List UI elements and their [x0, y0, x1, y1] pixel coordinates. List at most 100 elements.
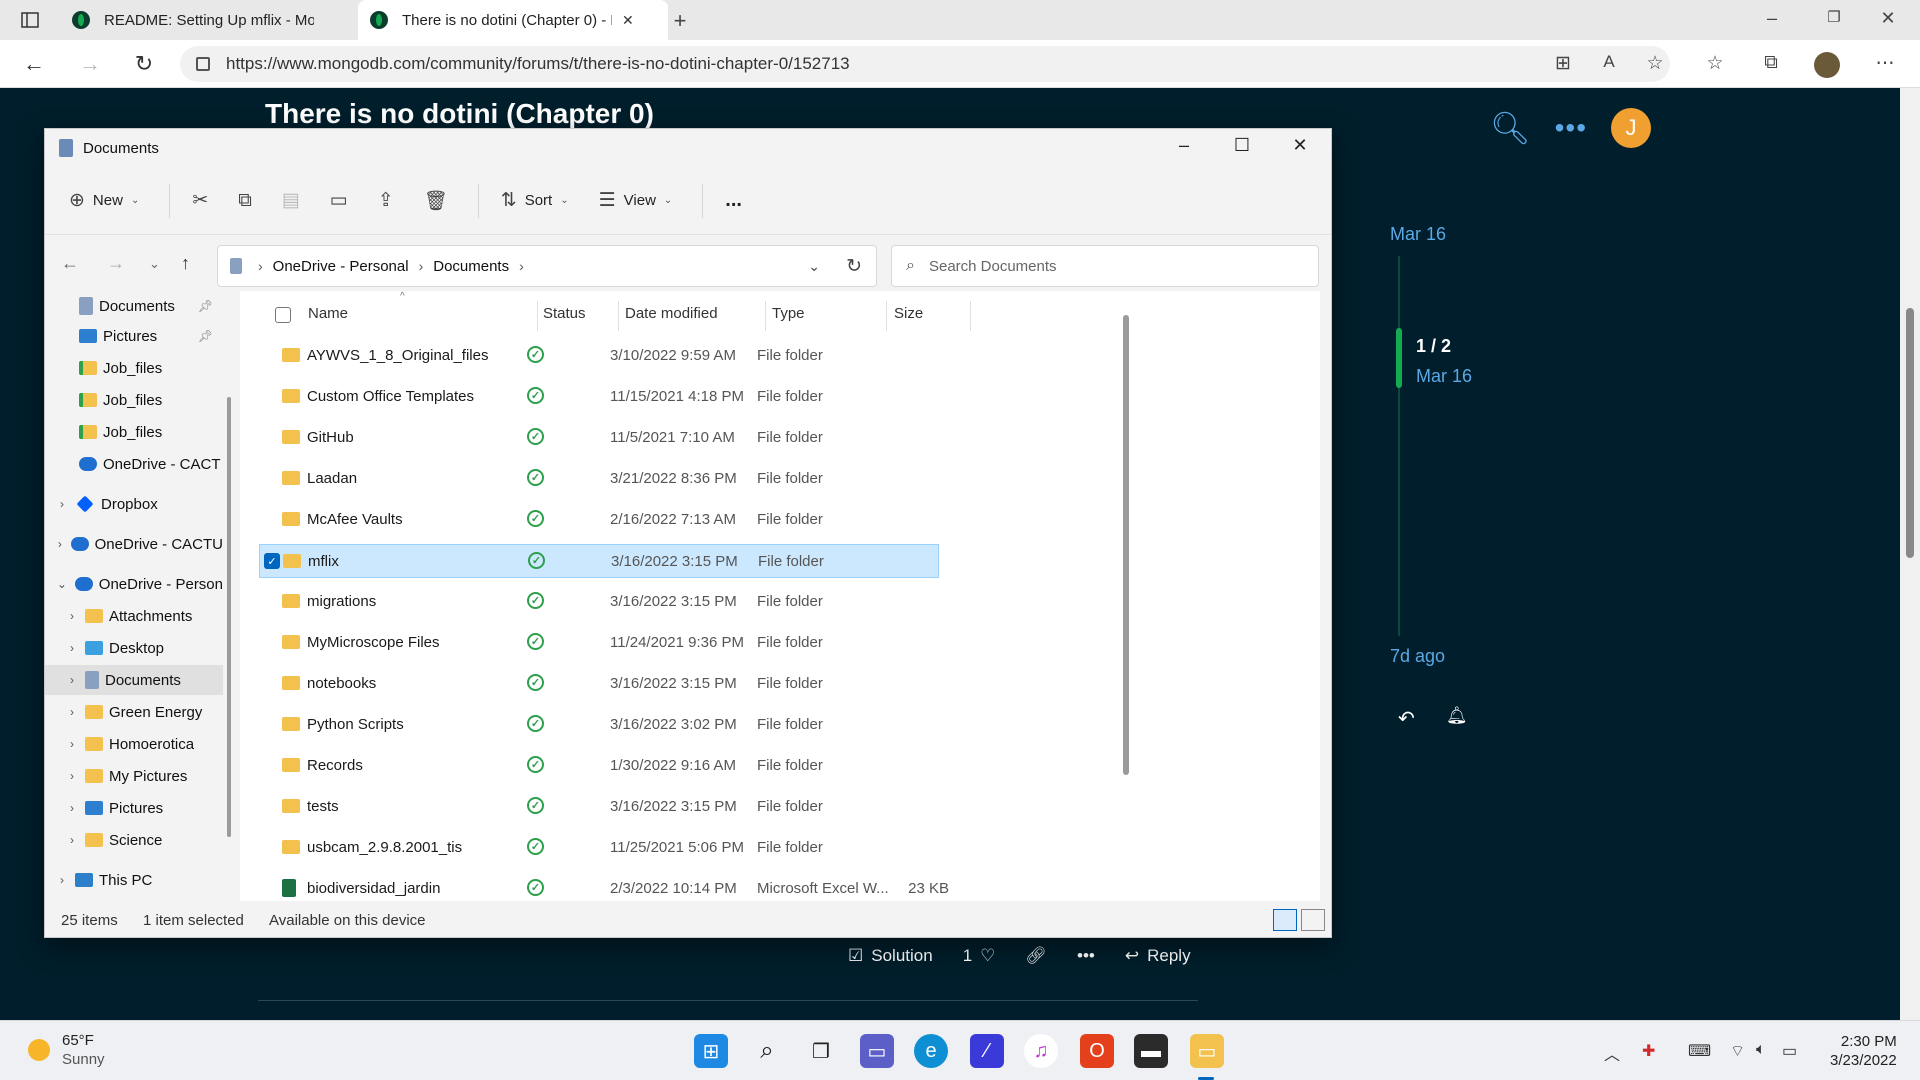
nav-item-science[interactable]: › Science: [45, 825, 223, 855]
search-icon[interactable]: ⌕: [750, 1034, 784, 1068]
profile-avatar[interactable]: [1814, 52, 1840, 78]
share-button[interactable]: ⇪: [378, 189, 394, 212]
new-tab-button[interactable]: +: [668, 8, 692, 34]
page-scrollbar[interactable]: [1900, 88, 1920, 1020]
table-row[interactable]: McAfee Vaults ✓ 2/16/2022 7:13 AM File fold…: [259, 503, 939, 537]
sort-button[interactable]: ⇅ Sort ⌄: [501, 189, 569, 212]
terminal-icon[interactable]: ▬: [1134, 1034, 1168, 1068]
column-divider[interactable]: [886, 301, 887, 331]
table-row[interactable]: notebooks ✓ 3/16/2022 3:15 PM File folder: [259, 667, 939, 701]
chevron-right-icon[interactable]: ›: [65, 673, 79, 687]
table-row[interactable]: Records ✓ 1/30/2022 9:16 AM File folder: [259, 749, 939, 783]
chevron-right-icon[interactable]: ›: [55, 537, 65, 551]
see-more-button[interactable]: ...: [725, 189, 742, 212]
column-type[interactable]: Type: [772, 305, 805, 322]
forward-icon[interactable]: →: [107, 253, 125, 274]
chat-icon[interactable]: ▭: [860, 1034, 894, 1068]
nav-item-attachments[interactable]: › Attachments: [45, 601, 223, 631]
timeline-handle[interactable]: [1396, 328, 1402, 388]
chevron-right-icon[interactable]: ›: [55, 873, 69, 887]
close-tab-icon[interactable]: ✕: [622, 12, 634, 29]
breadcrumb-documents[interactable]: Documents: [433, 258, 509, 275]
column-name[interactable]: Name: [308, 305, 348, 322]
delete-button[interactable]: 🗑︎: [424, 189, 448, 213]
timeline-track[interactable]: [1398, 256, 1400, 636]
wifi-icon[interactable]: ⌔: [1730, 1041, 1745, 1061]
nav-item-my-pictures[interactable]: › My Pictures: [45, 761, 223, 791]
weather-widget[interactable]: 65°F Sunny: [28, 1031, 105, 1069]
view-button[interactable]: ☰ View ⌄: [599, 189, 673, 212]
reply-icon[interactable]: ↶: [1398, 706, 1415, 731]
column-divider[interactable]: [618, 301, 619, 331]
refresh-icon[interactable]: ↻: [846, 255, 862, 278]
table-row[interactable]: usbcam_2.9.8.2001_tis ✓ 11/25/2021 5:06 PM…: [259, 831, 939, 865]
table-row[interactable]: AYWVS_1_8_Original_files ✓ 3/10/2022 9:59 …: [259, 339, 939, 373]
back-icon[interactable]: ←: [20, 52, 48, 76]
rename-button[interactable]: ▭: [330, 189, 348, 212]
office-icon[interactable]: O: [1080, 1034, 1114, 1068]
notification-app-icon[interactable]: ✚: [1642, 1041, 1655, 1061]
minimize-icon[interactable]: –: [1760, 8, 1784, 29]
sidebar-icon[interactable]: [18, 8, 42, 32]
timeline-top-date[interactable]: Mar 16: [1390, 224, 1446, 245]
close-icon[interactable]: ✕: [1285, 135, 1315, 156]
chevron-right-icon[interactable]: ›: [65, 641, 79, 655]
close-window-icon[interactable]: ✕: [1876, 8, 1900, 29]
nav-item-pictures-quick[interactable]: Pictures 📌︎: [45, 321, 223, 351]
nav-item-this-pc[interactable]: › This PC: [45, 865, 223, 895]
refresh-icon[interactable]: ↻: [130, 52, 158, 76]
nav-item-job-files[interactable]: Job_files: [45, 417, 223, 447]
nav-item-pictures[interactable]: › Pictures: [45, 793, 223, 823]
chevron-down-icon[interactable]: ⌄: [55, 577, 69, 591]
link-icon[interactable]: 🔗︎: [1025, 946, 1047, 966]
paste-button[interactable]: ▤: [282, 189, 300, 212]
column-divider[interactable]: [970, 301, 971, 331]
tab-readme[interactable]: README: Setting Up mflix - Mon: [60, 0, 355, 40]
chevron-right-icon[interactable]: ›: [65, 769, 79, 783]
nav-item-desktop[interactable]: › Desktop: [45, 633, 223, 663]
read-aloud-icon[interactable]: A: [1596, 52, 1622, 72]
chevron-right-icon[interactable]: ›: [65, 833, 79, 847]
column-size[interactable]: Size: [894, 305, 923, 322]
minimize-icon[interactable]: –: [1169, 135, 1199, 156]
column-divider[interactable]: [765, 301, 766, 331]
table-row[interactable]: Laadan ✓ 3/21/2022 8:36 PM File folder: [259, 462, 939, 496]
url-field[interactable]: https://www.mongodb.com/community/forums…: [180, 46, 1670, 82]
avatar[interactable]: J: [1611, 108, 1652, 148]
nav-item-onedrive-cactu[interactable]: › OneDrive - CACTU: [45, 529, 223, 559]
clock[interactable]: 2:30 PM 3/23/2022: [1830, 1032, 1897, 1070]
breadcrumb[interactable]: › OneDrive - Personal › Documents › ⌄ ↻: [217, 245, 877, 287]
search-input[interactable]: ⌕ Search Documents: [891, 245, 1319, 287]
chevron-right-icon[interactable]: ›: [65, 801, 79, 815]
edge-icon[interactable]: e: [914, 1034, 948, 1068]
nav-item-documents[interactable]: › Documents: [45, 665, 223, 695]
nav-item-onedrive-personal[interactable]: ⌄ OneDrive - Person: [45, 569, 223, 599]
column-status[interactable]: Status: [543, 305, 586, 322]
nav-item-green-energy[interactable]: › Green Energy: [45, 697, 223, 727]
new-button[interactable]: ⊕ New ⌄: [69, 189, 139, 212]
select-all-checkbox[interactable]: [275, 307, 291, 323]
chevron-down-icon[interactable]: ⌄: [808, 258, 820, 275]
tab-forum-thread[interactable]: There is no dotini (Chapter 0) - M ✕: [358, 0, 668, 40]
apps-icon[interactable]: ⊞: [1550, 52, 1576, 75]
table-row[interactable]: MyMicroscope Files ✓ 11/24/2021 9:36 PM Fil…: [259, 626, 939, 660]
maximize-icon[interactable]: ☐: [1227, 135, 1257, 156]
back-icon[interactable]: ←: [61, 253, 79, 274]
chevron-right-icon[interactable]: ›: [65, 609, 79, 623]
nav-item-dropbox[interactable]: › Dropbox: [45, 489, 223, 519]
table-row[interactable]: biodiversidad_jardin ✓ 2/3/2022 10:14 PM Mi…: [259, 872, 949, 906]
copy-button[interactable]: ⧉: [238, 190, 252, 212]
like-button[interactable]: 1 ♡: [963, 946, 996, 966]
file-explorer-icon[interactable]: ▭: [1190, 1034, 1224, 1068]
cut-button[interactable]: ✂: [192, 189, 208, 212]
table-row[interactable]: Custom Office Templates ✓ 11/15/2021 4:18 …: [259, 380, 939, 414]
column-date-modified[interactable]: Date modified: [625, 305, 718, 322]
row-checkbox[interactable]: ✓: [264, 553, 280, 569]
table-row-selected[interactable]: ✓ mflix ✓ 3/16/2022 3:15 PM File folder: [259, 544, 939, 578]
timeline-bottom-date[interactable]: 7d ago: [1390, 646, 1445, 667]
more-icon[interactable]: •••: [1077, 946, 1095, 966]
nav-item-onedrive-cact[interactable]: OneDrive - CACT: [45, 449, 223, 479]
table-row[interactable]: migrations ✓ 3/16/2022 3:15 PM File folder: [259, 585, 939, 619]
chevron-right-icon[interactable]: ›: [65, 705, 79, 719]
chevron-right-icon[interactable]: ›: [65, 737, 79, 751]
